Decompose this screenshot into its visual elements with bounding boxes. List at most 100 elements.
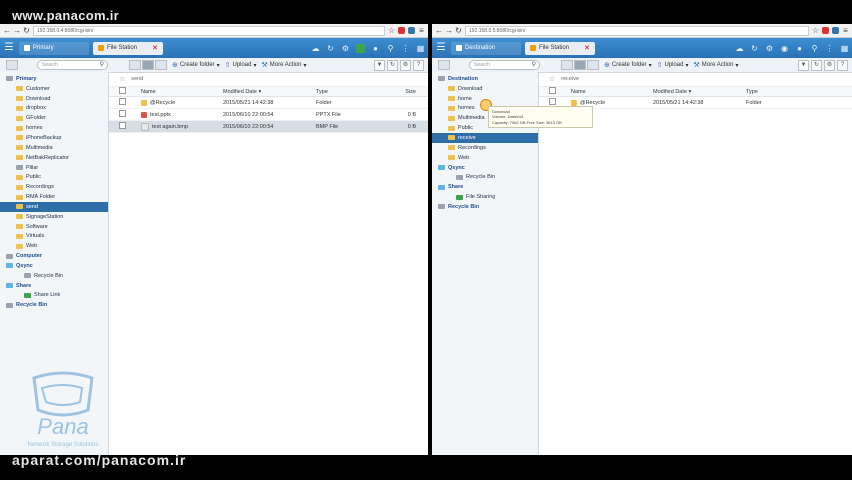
url-input[interactable]: 192.168.0.5:8080/cgi-bin/ — [465, 25, 809, 36]
extension-icon[interactable] — [398, 27, 405, 34]
create-folder-button[interactable]: ⊕ Create folder ▾ — [604, 61, 652, 69]
tree-root-share[interactable]: Share — [432, 182, 538, 192]
search-input[interactable]: Search ⚲ — [469, 60, 540, 70]
filter-icon[interactable]: ▼ — [798, 59, 809, 71]
column-type[interactable]: Type — [316, 89, 396, 95]
tree-item[interactable]: Web — [432, 153, 538, 163]
refresh-icon[interactable]: ↻ — [326, 44, 335, 53]
tree-item[interactable]: Public — [0, 172, 108, 182]
back-icon[interactable]: ← — [3, 26, 11, 35]
user-icon[interactable]: ● — [371, 44, 380, 53]
tree-root-qsync[interactable]: Qsync — [432, 163, 538, 173]
row-checkbox[interactable] — [119, 110, 126, 117]
notification-icon[interactable]: ▦ — [840, 44, 849, 53]
tab-file-station[interactable]: File Station ✕ — [525, 41, 595, 55]
browser-menu-icon[interactable]: ≡ — [842, 26, 849, 35]
list-view-icon[interactable] — [142, 60, 154, 70]
tree-item-send[interactable]: send — [0, 201, 108, 212]
tree-item[interactable]: dropbox — [0, 104, 108, 114]
options-icon[interactable]: ⋮ — [401, 44, 410, 53]
thumbnail-view-icon[interactable] — [129, 60, 141, 70]
tree-item[interactable]: Recordings — [432, 143, 538, 153]
tree-root-recycle-bin[interactable]: Recycle Bin — [432, 202, 538, 212]
tree-item[interactable]: RMA Folder — [0, 192, 108, 202]
tree-item[interactable]: Download — [432, 84, 538, 94]
settings-icon[interactable]: ⚙ — [824, 59, 835, 71]
tree-item[interactable]: Virtuals — [0, 232, 108, 242]
tree-root-qsync[interactable]: Qsync — [0, 261, 108, 271]
column-modified[interactable]: Modified Date ▾ — [653, 89, 746, 95]
column-size[interactable]: Size — [396, 89, 416, 95]
notification-icon[interactable]: ▦ — [416, 44, 425, 53]
status-icon[interactable] — [356, 43, 365, 53]
tab-destination[interactable]: Destination — [451, 41, 521, 55]
search-icon[interactable]: ⚲ — [386, 44, 395, 53]
task-icon[interactable]: ⚙ — [765, 44, 774, 53]
toggle-sidebar-icon[interactable] — [438, 60, 450, 70]
detail-view-icon[interactable] — [155, 60, 167, 70]
help-icon[interactable]: ? — [413, 59, 424, 71]
tree-root-primary[interactable]: Primary — [0, 74, 108, 84]
tree-item[interactable]: Multimedia — [0, 143, 108, 153]
row-checkbox[interactable] — [119, 98, 126, 105]
refresh-icon[interactable]: ↻ — [750, 44, 759, 53]
select-all-checkbox[interactable] — [549, 87, 556, 94]
tree-item[interactable]: iPhoneBackup — [0, 133, 108, 143]
tree-item[interactable]: Customer — [0, 84, 108, 94]
select-all-checkbox[interactable] — [119, 87, 126, 94]
more-action-button[interactable]: ⚒ More Action ▾ — [693, 61, 738, 69]
user-icon[interactable]: ● — [795, 44, 804, 53]
tab-primary[interactable]: Primary — [19, 41, 89, 55]
column-modified[interactable]: Modified Date ▾ — [223, 89, 316, 95]
star-icon[interactable]: ☆ — [119, 75, 125, 83]
cloud-icon[interactable]: ☁ — [735, 44, 744, 53]
tree-item[interactable]: Recycle Bin — [432, 172, 538, 182]
tab-file-station[interactable]: File Station ✕ — [93, 41, 163, 55]
tree-item[interactable]: homes — [0, 123, 108, 133]
more-action-button[interactable]: ⚒ More Action ▾ — [261, 61, 306, 69]
close-icon[interactable]: ✕ — [584, 44, 590, 52]
column-type[interactable]: Type — [746, 89, 826, 95]
refresh-icon[interactable]: ↻ — [811, 59, 822, 71]
tree-item[interactable]: File Sharing — [432, 192, 538, 202]
tree-root-recycle-bin[interactable]: Recycle Bin — [0, 300, 108, 310]
cloud-icon[interactable]: ☁ — [311, 44, 320, 53]
options-icon[interactable]: ⋮ — [825, 44, 834, 53]
column-name[interactable]: Name — [571, 89, 653, 95]
tree-item-receive[interactable]: receive — [432, 133, 538, 143]
tree-item[interactable]: Share Link — [0, 291, 108, 301]
main-menu-icon[interactable]: ☰ — [435, 42, 447, 54]
search-icon[interactable]: ⚲ — [810, 44, 819, 53]
tree-item[interactable]: Recycle Bin — [0, 271, 108, 281]
reload-icon[interactable]: ↻ — [23, 26, 30, 35]
status-icon[interactable]: ◉ — [780, 44, 789, 53]
filter-icon[interactable]: ▼ — [374, 59, 385, 71]
create-folder-button[interactable]: ⊕ Create folder ▾ — [172, 61, 220, 69]
tree-item[interactable]: Software — [0, 222, 108, 232]
url-input[interactable]: 192.168.0.4:8080/cgi-bin/ — [33, 25, 385, 36]
search-input[interactable]: Search ⚲ — [37, 60, 108, 70]
toggle-sidebar-icon[interactable] — [6, 60, 18, 70]
forward-icon[interactable]: → — [445, 26, 453, 35]
extension-icon[interactable] — [832, 27, 839, 34]
tree-root-computer[interactable]: Computer — [0, 251, 108, 261]
refresh-icon[interactable]: ↻ — [387, 59, 398, 71]
forward-icon[interactable]: → — [13, 26, 21, 35]
help-icon[interactable]: ? — [837, 59, 848, 71]
row-checkbox[interactable] — [549, 98, 556, 105]
back-icon[interactable]: ← — [435, 26, 443, 35]
table-row[interactable]: test.pptx 2015/06/10 22:00:54 PPTX File … — [109, 109, 428, 121]
extension-icon[interactable] — [822, 27, 829, 34]
tree-item[interactable]: Download — [0, 94, 108, 104]
extension-icon[interactable] — [408, 27, 415, 34]
tree-item[interactable]: GFolder — [0, 113, 108, 123]
browser-menu-icon[interactable]: ≡ — [418, 26, 425, 35]
upload-button[interactable]: ⇧ Upload ▾ — [225, 61, 257, 69]
tree-item[interactable]: SignageStation — [0, 212, 108, 222]
column-name[interactable]: Name — [141, 89, 223, 95]
upload-button[interactable]: ⇧ Upload ▾ — [657, 61, 689, 69]
task-icon[interactable]: ⚙ — [341, 44, 350, 53]
tree-item[interactable]: Pillar — [0, 163, 108, 173]
thumbnail-view-icon[interactable] — [561, 60, 573, 70]
main-menu-icon[interactable]: ☰ — [3, 42, 15, 54]
